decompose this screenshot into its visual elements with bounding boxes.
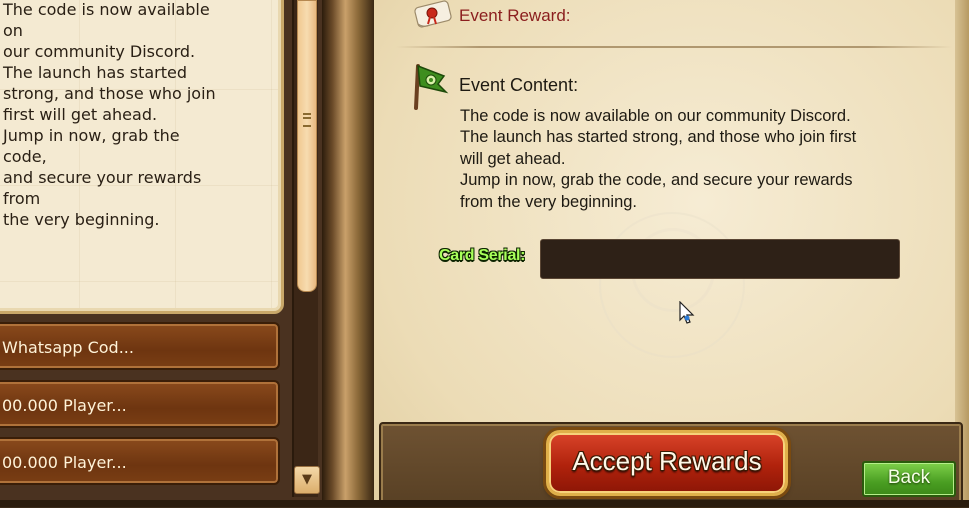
panel-divider [322,0,374,507]
chevron-down-icon: ▼ [302,472,312,487]
green-flag-icon [414,64,449,110]
content-line: Jump in now, grab the code, and secure y… [460,171,853,190]
event-preview-text: The code is now available on our communi… [0,0,227,230]
content-line: will get ahead. [460,149,566,168]
preview-line: first will get ahead. [3,105,158,124]
event-list-scrollbar[interactable]: ▼ [292,0,320,497]
content-line: The launch has started strong, and those… [460,128,857,147]
event-list-item-label: 00.000 Player... [2,396,127,415]
scroll-down-button[interactable]: ▼ [294,466,320,494]
scroll-seal-icon [414,0,452,28]
card-serial-input[interactable] [540,239,900,279]
preview-line: The code is now available on [3,0,210,40]
preview-line: The launch has started [3,63,188,82]
preview-line: the very beginning. [3,210,160,229]
mouse-pointer-icon [679,301,695,324]
card-serial-label: Card Serial: [439,247,526,264]
event-list-item-label: Whatsapp Cod... [2,338,134,357]
preview-line: our community Discord. [3,42,196,61]
content-line: from the very beginning. [460,192,638,211]
event-list-panel: The code is now available on our communi… [0,0,335,507]
event-preview-box: The code is now available on our communi… [0,0,284,314]
accept-rewards-button[interactable]: Accept Rewards [546,430,788,496]
event-content-title: Event Content: [459,75,579,95]
event-list-item[interactable]: 00.000 Player... [0,380,280,428]
event-list-item-label: 00.000 Player... [2,453,127,472]
back-button[interactable]: Back [862,461,956,497]
preview-line: strong, and those who join [3,84,216,103]
event-list-item[interactable]: 00.000 Player... [0,437,280,485]
event-reward-title: Event Reward: [459,6,571,25]
screen-bottom-edge [0,500,969,507]
event-content-text: The code is now available on our communi… [460,106,920,213]
event-list-item[interactable]: Whatsapp Cod... [0,322,280,370]
scroll-thumb[interactable] [297,0,317,292]
scroll-grip-icon [303,113,311,127]
event-detail-panel: Event Reward: Event Content: The code is… [374,0,969,508]
section-divider [396,46,952,48]
preview-line: and secure your rewards from [3,168,202,208]
preview-line: Jump in now, grab the code, [3,126,180,166]
content-line: The code is now available on our communi… [460,107,851,125]
